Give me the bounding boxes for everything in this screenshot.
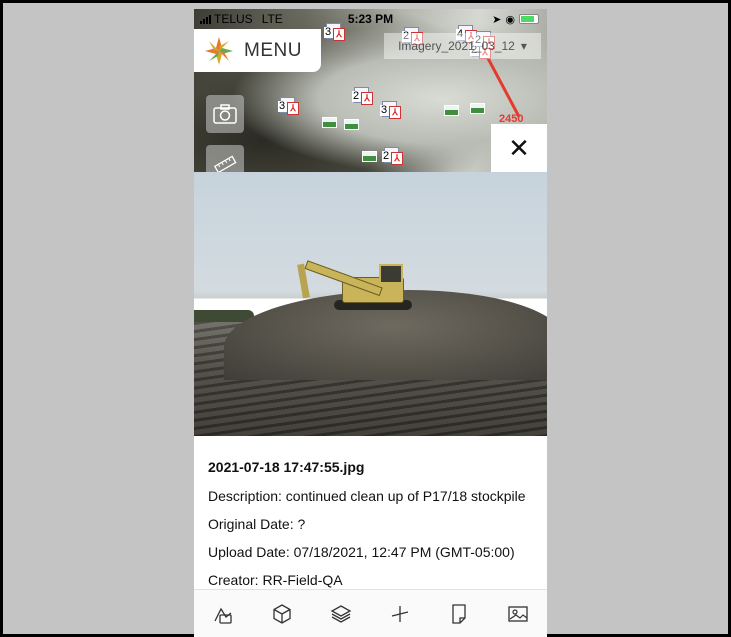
camera-button[interactable] (206, 95, 244, 133)
location-arrow-icon: ➤ (492, 13, 502, 26)
status-icons: ➤ ◉ (492, 13, 539, 26)
measure-tool-button[interactable] (208, 599, 238, 629)
bottom-toolbar (194, 589, 547, 637)
document-icon (452, 603, 466, 624)
photo-info-panel: 2021-07-18 17:47:55.jpg Description: con… (194, 436, 547, 593)
phone-screen: 2450 ⅄3 ⅄2 ⅄4 ⅄2 ⅄3 ⅄2 ⅄3 ⅄2 ⅄2 (194, 9, 547, 637)
excavator-cab (379, 264, 403, 284)
photo-description: Description: continued clean up of P17/1… (208, 488, 526, 504)
photo-thumbnail-marker[interactable] (444, 105, 459, 116)
close-button[interactable]: ✕ (491, 124, 547, 172)
map-marker[interactable]: ⅄ 2 (382, 147, 404, 165)
axis-tool-button[interactable] (385, 599, 415, 629)
red-measurement-line (484, 52, 521, 118)
close-icon: ✕ (508, 132, 530, 163)
photo-original-date: Original Date: ? (208, 516, 306, 532)
image-button[interactable] (503, 599, 533, 629)
imagery-dropdown[interactable]: Imagery_2021_03_12 ▾ (384, 33, 541, 59)
photo-thumbnail-marker[interactable] (362, 151, 377, 162)
photo-filename: 2021-07-18 17:47:55.jpg (208, 459, 365, 475)
battery-icon (519, 14, 539, 24)
photo-thumbnail-marker[interactable] (470, 103, 485, 114)
3d-view-button[interactable] (267, 599, 297, 629)
measure-tool-icon (214, 607, 233, 624)
screenshot-frame: 2450 ⅄3 ⅄2 ⅄4 ⅄2 ⅄3 ⅄2 ⅄3 ⅄2 ⅄2 (3, 3, 728, 637)
photo-thumbnail-marker[interactable] (322, 117, 337, 128)
image-icon (507, 605, 528, 622)
site-photo[interactable] (194, 172, 547, 436)
photo-thumbnail-marker[interactable] (344, 119, 359, 130)
camera-icon (213, 104, 237, 124)
menu-label: MENU (244, 39, 302, 61)
alarm-icon: ◉ (505, 13, 515, 26)
menu-button[interactable]: MENU (194, 29, 321, 72)
chevron-down-icon: ▾ (520, 39, 527, 53)
map-marker[interactable]: ⅄ 3 (278, 97, 300, 115)
photo-upload-date: Upload Date: 07/18/2021, 12:47 PM (GMT-0… (208, 544, 515, 560)
status-bar: TELUS LTE 5:23 PM ➤ ◉ (194, 9, 547, 29)
map-marker[interactable]: ⅄ 3 (380, 101, 402, 119)
cube-3d-icon (273, 603, 291, 624)
layers-icon (330, 604, 352, 623)
imagery-dropdown-value: Imagery_2021_03_12 (398, 39, 515, 53)
document-button[interactable] (444, 599, 474, 629)
layers-button[interactable] (326, 599, 356, 629)
axis-tool-icon (391, 605, 409, 622)
map-view[interactable]: 2450 ⅄3 ⅄2 ⅄4 ⅄2 ⅄3 ⅄2 ⅄3 ⅄2 ⅄2 (194, 9, 547, 183)
map-marker[interactable]: ⅄ 2 (352, 87, 374, 105)
app-logo-icon (204, 36, 234, 66)
